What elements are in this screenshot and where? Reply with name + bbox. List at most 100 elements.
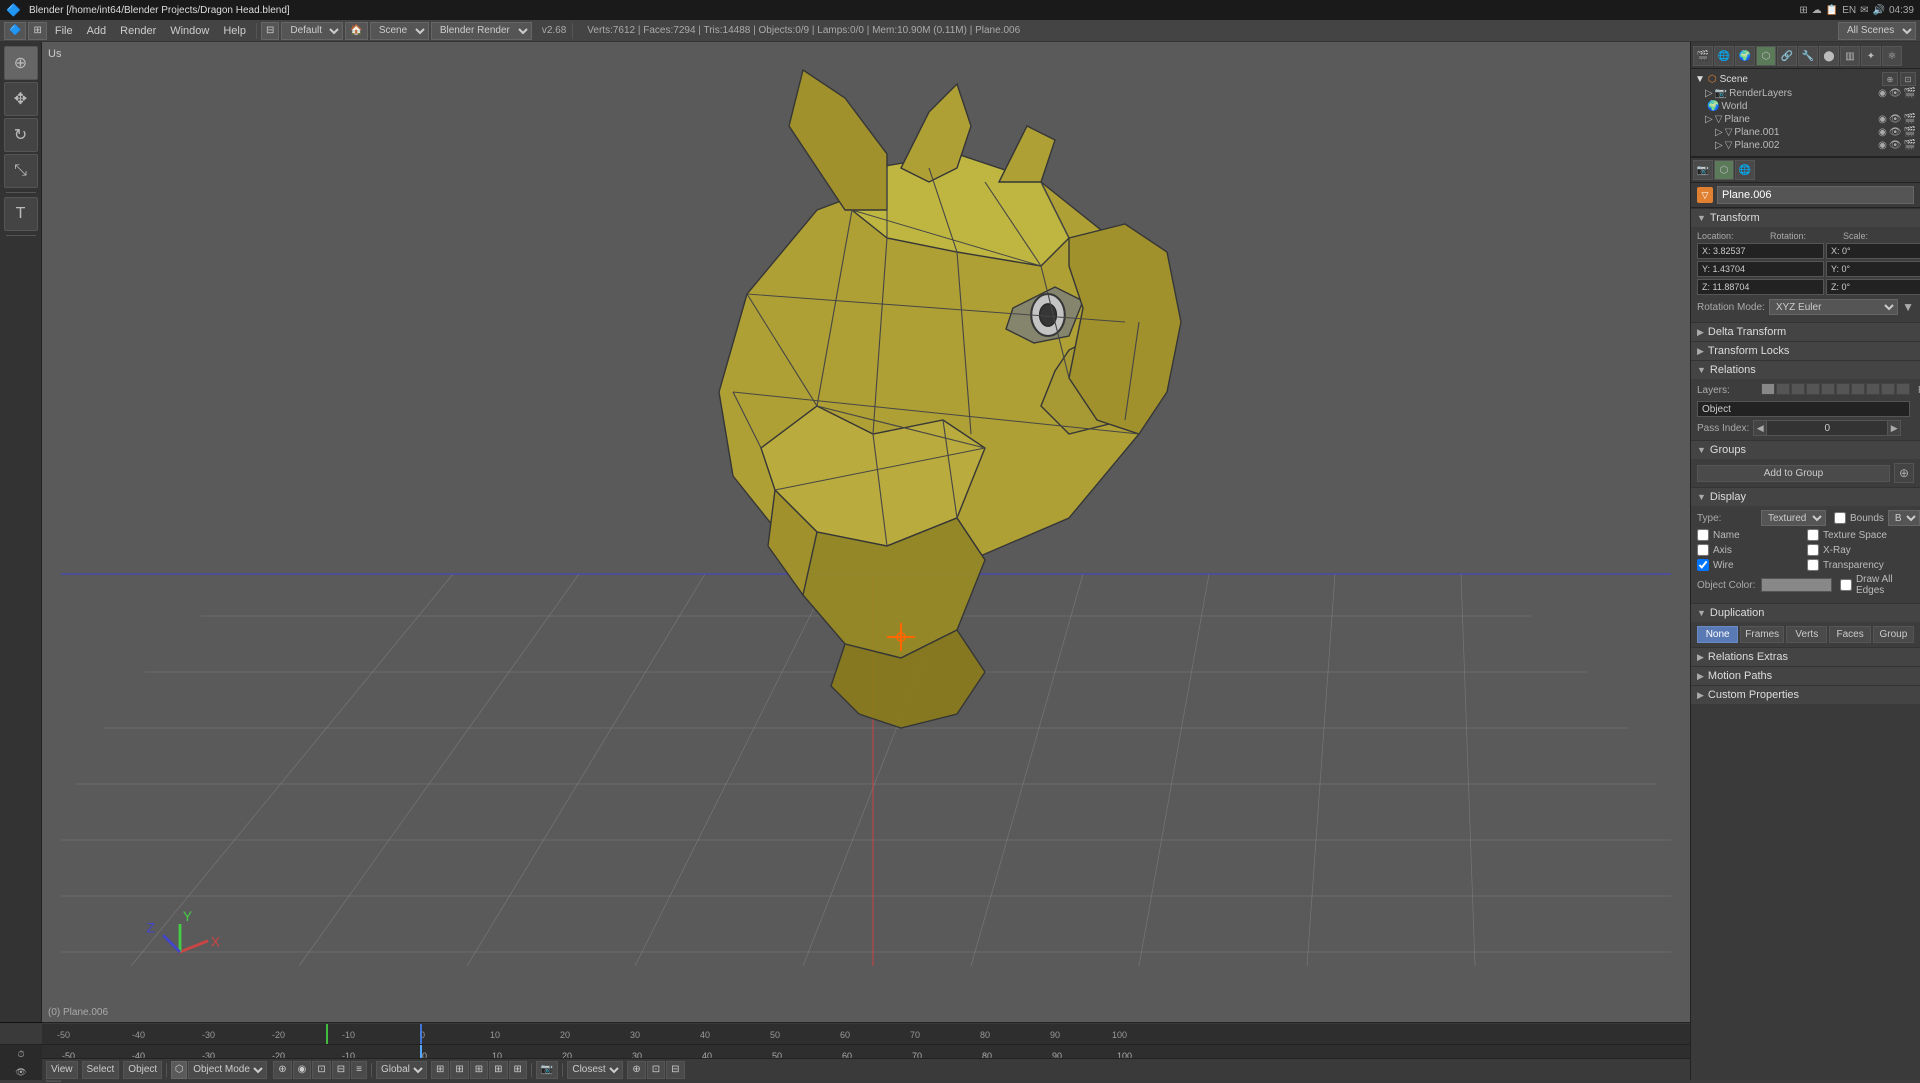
camera-btn[interactable]: 📷 (536, 1061, 558, 1079)
tree-item-plane001[interactable]: ▷ ▽ Plane.001 ◉ 👁 🎬 (1691, 126, 1920, 139)
add-to-group-button[interactable]: Add to Group (1697, 465, 1890, 482)
snap-select[interactable]: Closest (567, 1061, 623, 1079)
props-icon-texture[interactable]: ▥ (1840, 46, 1860, 66)
engine-select[interactable]: Blender Render (431, 22, 532, 40)
display-section-header[interactable]: ▼ Display (1691, 487, 1920, 506)
rot-y-input[interactable] (1826, 261, 1920, 277)
motion-paths-header[interactable]: ▶ Motion Paths (1691, 666, 1920, 685)
editor-icon[interactable]: 🏠 (345, 22, 367, 40)
layer-7[interactable] (1866, 383, 1880, 395)
axis-checkbox[interactable] (1697, 544, 1709, 556)
transparency-checkbox[interactable] (1807, 559, 1819, 571)
layer-1[interactable] (1776, 383, 1790, 395)
tree-item-world[interactable]: 🌍 World (1691, 100, 1920, 113)
add-group-plus-btn[interactable]: ⊕ (1894, 463, 1914, 483)
tree-item-plane[interactable]: ▷ ▽ Plane ◉ 👁 🎬 (1691, 113, 1920, 126)
texture-space-checkbox[interactable] (1807, 529, 1819, 541)
menu-file[interactable]: File (49, 23, 79, 39)
grid-btn-2[interactable]: ⊞ (450, 1061, 468, 1079)
grid-btn-3[interactable]: ⊞ (470, 1061, 488, 1079)
groups-section-header[interactable]: ▼ Groups (1691, 440, 1920, 459)
vp-mode-btn-3[interactable]: ⊡ (312, 1061, 330, 1079)
all-scenes-select[interactable]: All Scenes (1838, 22, 1916, 40)
wire-checkbox[interactable] (1697, 559, 1709, 571)
extra-btn-2[interactable]: ⊡ (647, 1061, 665, 1079)
props-icon-world[interactable]: 🌍 (1735, 46, 1755, 66)
props-icon-object[interactable]: ⬡ (1756, 46, 1776, 66)
translate-tool[interactable]: ✥ (4, 82, 38, 116)
object-color-swatch[interactable] (1761, 578, 1832, 592)
rot-mode-select[interactable]: XYZ Euler (1769, 299, 1898, 315)
menu-render[interactable]: Render (114, 23, 162, 39)
pivot-select[interactable]: Global (376, 1061, 427, 1079)
extra-btn-1[interactable]: ⊕ (627, 1061, 645, 1079)
props-icon-render[interactable]: 🎬 (1693, 46, 1713, 66)
scale-tool[interactable]: ⤡ (4, 154, 38, 188)
scene-select[interactable]: Scene (370, 22, 429, 40)
window-icon-btn[interactable]: ⊞ (28, 22, 46, 40)
loc-z-input[interactable] (1697, 279, 1824, 295)
layer-4[interactable] (1821, 383, 1835, 395)
p2-icon-1[interactable]: 📷 (1693, 160, 1713, 180)
layout-icon[interactable]: ⊟ (261, 22, 279, 40)
vp-object-menu[interactable]: Object (123, 1061, 162, 1079)
loc-x-input[interactable] (1697, 243, 1824, 259)
grid-btn-5[interactable]: ⊞ (509, 1061, 527, 1079)
vp-select-menu[interactable]: Select (82, 1061, 120, 1079)
draw-all-edges-checkbox[interactable] (1840, 579, 1852, 591)
duplication-section-header[interactable]: ▼ Duplication (1691, 603, 1920, 622)
layer-0[interactable] (1761, 383, 1775, 395)
menu-window[interactable]: Window (164, 23, 215, 39)
vp-view-menu[interactable]: View (46, 1061, 78, 1079)
blender-icon-btn[interactable]: 🔷 (4, 22, 26, 40)
dup-faces-btn[interactable]: Faces (1829, 626, 1870, 643)
p2-icon-2[interactable]: ⬡ (1714, 160, 1734, 180)
layer-8[interactable] (1881, 383, 1895, 395)
pass-index-decrement[interactable]: ◀ (1753, 420, 1767, 436)
custom-properties-header[interactable]: ▶ Custom Properties (1691, 685, 1920, 704)
tree-item-renderlayers[interactable]: ▷ 📷 RenderLayers ◉ 👁 🎬 (1691, 87, 1920, 100)
grid-btn-1[interactable]: ⊞ (431, 1061, 449, 1079)
loc-y-input[interactable] (1697, 261, 1824, 277)
cursor-tool[interactable]: ⊕ (4, 46, 38, 80)
layer-9[interactable] (1896, 383, 1910, 395)
rot-x-input[interactable] (1826, 243, 1920, 259)
layer-2[interactable] (1791, 383, 1805, 395)
bounds-type-select[interactable]: Box (1888, 510, 1920, 526)
p2-icon-3[interactable]: 🌐 (1735, 160, 1755, 180)
xray-checkbox[interactable] (1807, 544, 1819, 556)
props-icon-modifiers[interactable]: 🔧 (1798, 46, 1818, 66)
vp-mode-btn-5[interactable]: ≡ (351, 1061, 367, 1079)
dup-group-btn[interactable]: Group (1873, 626, 1914, 643)
scene-action-1[interactable]: ⊕ (1882, 72, 1898, 86)
props-icon-constraints[interactable]: 🔗 (1777, 46, 1797, 66)
props-icon-particles[interactable]: ✦ (1861, 46, 1881, 66)
object-mode-select[interactable]: Object Mode (188, 1061, 267, 1079)
vp-mode-btn-4[interactable]: ⊟ (332, 1061, 350, 1079)
props-icon-physics[interactable]: ⚛ (1882, 46, 1902, 66)
layout-select[interactable]: Default (281, 22, 343, 40)
transform-tool[interactable]: T (4, 197, 38, 231)
timeline-numbers-bar[interactable]: -50 -40 -30 -20 -10 0 10 20 30 40 50 60 … (42, 1024, 1690, 1044)
viewport-3d[interactable]: User Persp (42, 42, 1690, 1022)
delta-transform-header[interactable]: ▶ Delta Transform (1691, 322, 1920, 341)
object-name-input[interactable] (1717, 186, 1914, 204)
bounds-checkbox[interactable] (1834, 512, 1846, 524)
scene-action-2[interactable]: ⊡ (1900, 72, 1916, 86)
dup-none-btn[interactable]: None (1697, 626, 1738, 643)
layer-6[interactable] (1851, 383, 1865, 395)
menu-add[interactable]: Add (81, 23, 113, 39)
menu-help[interactable]: Help (217, 23, 252, 39)
transform-locks-header[interactable]: ▶ Transform Locks (1691, 341, 1920, 360)
layer-5[interactable] (1836, 383, 1850, 395)
rotate-tool[interactable]: ↻ (4, 118, 38, 152)
relations-extras-header[interactable]: ▶ Relations Extras (1691, 647, 1920, 666)
tree-item-plane002[interactable]: ▷ ▽ Plane.002 ◉ 👁 🎬 (1691, 139, 1920, 152)
props-icon-material[interactable]: ⬤ (1819, 46, 1839, 66)
vp-mode-btn-2[interactable]: ◉ (293, 1061, 312, 1079)
grid-btn-4[interactable]: ⊞ (489, 1061, 507, 1079)
dup-verts-btn[interactable]: Verts (1786, 626, 1827, 643)
rot-z-input[interactable] (1826, 279, 1920, 295)
vp-mode-btn-1[interactable]: ⊕ (273, 1061, 291, 1079)
parent-type-input[interactable] (1697, 401, 1910, 417)
